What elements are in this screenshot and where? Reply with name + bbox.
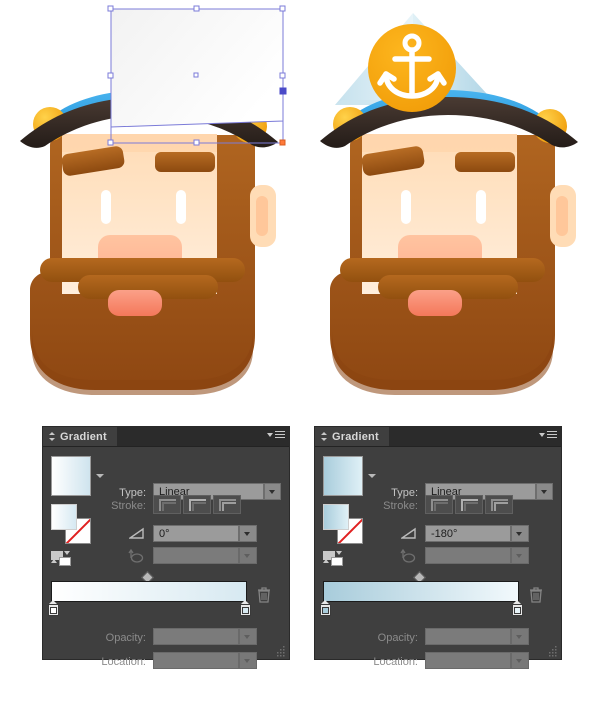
tab-gradient[interactable]: Gradient: [315, 427, 389, 446]
fill-stroke-indicator[interactable]: [323, 504, 365, 546]
location-input: [153, 652, 239, 669]
gradient-slider[interactable]: [320, 571, 523, 621]
gradient-fill-swatch[interactable]: [51, 456, 91, 496]
panel-resize-grip[interactable]: [547, 646, 558, 657]
opacity-input: [425, 628, 511, 645]
gradient-fill-swatch[interactable]: [323, 456, 363, 496]
chevron-down-icon: [512, 629, 528, 644]
gradient-panel-left[interactable]: Gradient Type: Linear Stroke: 0° Opacity…: [42, 426, 290, 669]
stroke-gradient-buttons: [153, 495, 241, 514]
chevron-down-icon[interactable]: [240, 526, 256, 541]
lower-lip: [108, 290, 162, 316]
angle-dropdown[interactable]: [239, 525, 257, 542]
label-location: Location:: [373, 656, 418, 668]
screenshot-stage: Gradient Type: Linear Stroke: 0° Opacity…: [0, 0, 600, 704]
apply-gradient-within-stroke-button[interactable]: [425, 495, 453, 514]
panel-body: Type: Linear Stroke:: [43, 447, 289, 669]
gradient-stop-start[interactable]: [320, 600, 331, 616]
angle-icon: [129, 527, 144, 539]
delete-stop-icon[interactable]: [257, 587, 271, 603]
angle-input[interactable]: -180°: [425, 525, 511, 542]
chevron-down-icon: [240, 653, 256, 668]
chevron-down-icon: [240, 629, 256, 644]
gradient-stop-start[interactable]: [48, 600, 59, 616]
gradient-ramp[interactable]: [51, 581, 247, 602]
fill-stroke-indicator[interactable]: [51, 504, 93, 546]
angle-value: -180°: [431, 527, 458, 540]
delete-stop-icon[interactable]: [529, 587, 543, 603]
location-dropdown: [239, 652, 257, 669]
gradient-panel-right[interactable]: Gradient Type: Linear Stroke: -180° Opac…: [314, 426, 562, 669]
angle-dropdown[interactable]: [511, 525, 529, 542]
chevron-down-icon[interactable]: [264, 484, 280, 499]
label-location: Location:: [101, 656, 146, 668]
apply-gradient-within-stroke-button[interactable]: [153, 495, 181, 514]
selection-anchor-active: [279, 87, 287, 95]
location-dropdown: [511, 652, 529, 669]
opacity-input: [153, 628, 239, 645]
collapse-icon[interactable]: [320, 431, 329, 442]
panel-menu-icon[interactable]: [539, 431, 557, 442]
aspect-ratio-input: [425, 547, 511, 564]
angle-value: 0°: [159, 527, 170, 540]
aspect-ratio-dropdown: [239, 547, 257, 564]
selection-anchor-corner: [279, 139, 286, 146]
artwork-captain-after: [300, 0, 600, 410]
fill-swatch[interactable]: [51, 504, 77, 530]
aspect-ratio-icon: [400, 549, 416, 563]
angle-icon: [401, 527, 416, 539]
collapse-icon[interactable]: [48, 431, 57, 442]
aspect-ratio-dropdown: [511, 547, 529, 564]
opacity-dropdown: [511, 628, 529, 645]
chevron-down-icon[interactable]: [368, 474, 376, 478]
gradient-slider[interactable]: [48, 571, 251, 621]
apply-gradient-along-stroke-button[interactable]: [455, 495, 483, 514]
gradient-stop-end[interactable]: [240, 600, 251, 616]
panel-tabbar: Gradient: [315, 427, 561, 447]
anchor-badge: [368, 24, 456, 112]
artwork-captain-before: [0, 0, 300, 410]
panel-body: Type: Linear Stroke:: [315, 447, 561, 669]
gradient-type-toggle-icon[interactable]: [51, 551, 73, 567]
chevron-down-icon[interactable]: [536, 484, 552, 499]
chevron-down-icon: [240, 548, 256, 563]
fill-swatch[interactable]: [323, 504, 349, 530]
chevron-down-icon: [512, 653, 528, 668]
chevron-down-icon: [512, 548, 528, 563]
label-stroke: Stroke:: [383, 500, 418, 512]
chevron-down-icon[interactable]: [512, 526, 528, 541]
label-stroke: Stroke:: [111, 500, 146, 512]
gradient-type-toggle-icon[interactable]: [323, 551, 345, 567]
gradient-ramp[interactable]: [323, 581, 519, 602]
stroke-gradient-buttons: [425, 495, 513, 514]
chevron-down-icon[interactable]: [96, 474, 104, 478]
aspect-ratio-input: [153, 547, 239, 564]
ear-right: [550, 185, 576, 247]
ear-right: [250, 185, 276, 247]
label-type: Type:: [391, 487, 418, 499]
panel-title: Gradient: [332, 430, 379, 443]
panel-resize-grip[interactable]: [275, 646, 286, 657]
angle-input[interactable]: 0°: [153, 525, 239, 542]
apply-gradient-across-stroke-button[interactable]: [213, 495, 241, 514]
panel-tabbar: Gradient: [43, 427, 289, 447]
label-type: Type:: [119, 487, 146, 499]
label-opacity: Opacity:: [105, 632, 146, 644]
apply-gradient-across-stroke-button[interactable]: [485, 495, 513, 514]
gradient-stop-end[interactable]: [512, 600, 523, 616]
opacity-dropdown: [239, 628, 257, 645]
location-input: [425, 652, 511, 669]
lower-lip: [408, 290, 462, 316]
panel-menu-icon[interactable]: [267, 431, 285, 442]
apply-gradient-along-stroke-button[interactable]: [183, 495, 211, 514]
panel-title: Gradient: [60, 430, 107, 443]
label-opacity: Opacity:: [377, 632, 418, 644]
selected-crown-shape[interactable]: [111, 9, 283, 127]
tab-gradient[interactable]: Gradient: [43, 427, 117, 446]
aspect-ratio-icon: [128, 549, 144, 563]
